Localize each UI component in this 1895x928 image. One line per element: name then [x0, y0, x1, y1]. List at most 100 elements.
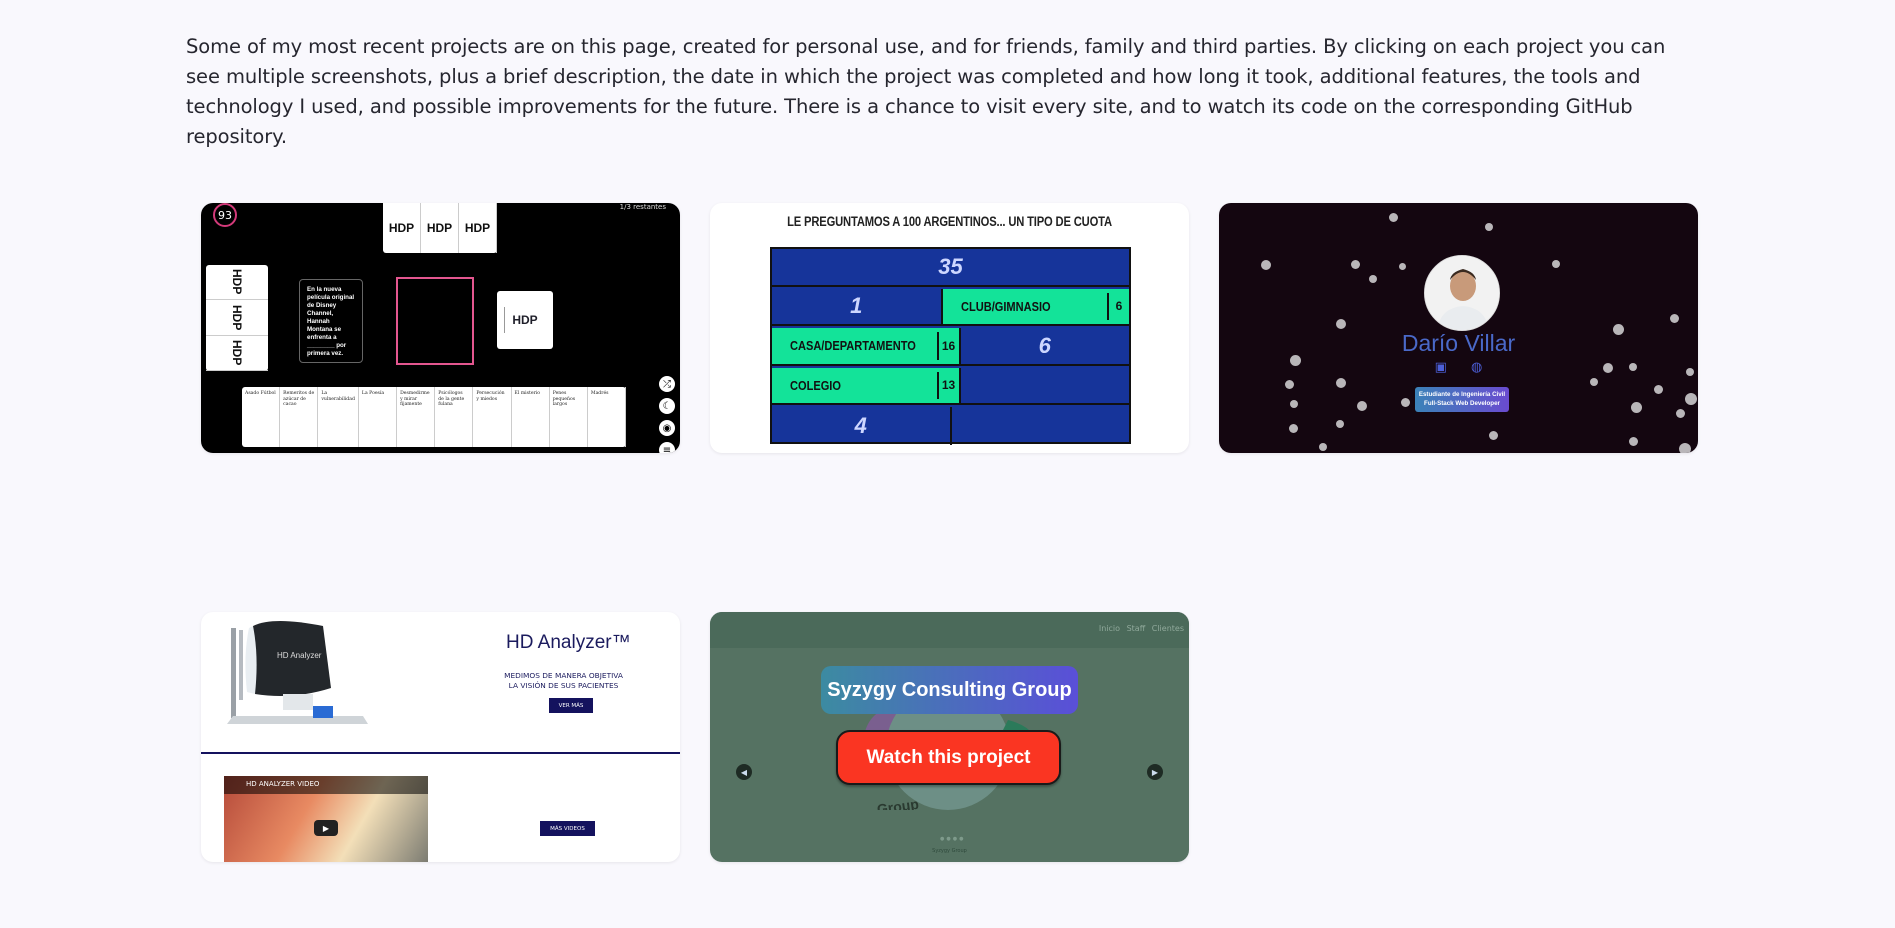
remaining-label: 1/3 restantes	[619, 203, 666, 211]
logo-text: Group	[876, 796, 920, 810]
score-counter: 93	[213, 203, 237, 227]
category-cell: Persecución y miedos	[473, 387, 512, 447]
answer-row: 1 CLUB/GIMNASIO 6	[772, 288, 1129, 326]
answer-cell: COLEGIO 13	[772, 367, 961, 403]
menu-icon: ≡	[659, 442, 675, 453]
particle-dot	[1285, 380, 1294, 389]
project-card-syzygy[interactable]: Inicio Staff Clientes Group Syzygy Consu…	[710, 612, 1189, 862]
particle-dot	[1401, 398, 1410, 407]
site-navbar: Inicio Staff Clientes	[710, 612, 1189, 648]
answer-row: 4	[772, 407, 1129, 445]
answer-slot	[396, 277, 474, 365]
particle-dot	[1670, 314, 1679, 323]
device-illustration: HD Analyzer	[227, 621, 368, 724]
project-card-portfolio[interactable]: Darío Villar ▣◍ Estudiante de Ingeniería…	[1219, 203, 1698, 453]
linkedin-icon[interactable]: ▣	[1435, 360, 1471, 375]
chevron-right-icon[interactable]: ▶	[1147, 764, 1163, 780]
particle-dot	[1389, 213, 1398, 222]
shuffle-icon: ⤮	[659, 376, 675, 392]
project-card-hd-analyzer[interactable]: HD Analyzer HD Analyzer™ MEDIMOS DE MANE…	[201, 612, 680, 862]
more-videos-button[interactable]: MÁS VIDEOS	[540, 821, 595, 836]
answer-number: 1	[850, 293, 863, 319]
answer-points: 13	[936, 371, 959, 399]
answer-points: 16	[936, 332, 959, 360]
particle-dot	[1357, 401, 1367, 411]
particle-dot	[1485, 223, 1493, 231]
social-links: ▣◍	[1219, 360, 1698, 375]
particle-dot	[1489, 431, 1498, 440]
project-card-quiz[interactable]: LE PREGUNTAMOS A 100 ARGENTINOS... UN TI…	[710, 203, 1189, 453]
category-cell: Madrés	[588, 387, 627, 447]
divider	[201, 752, 680, 754]
badge-line: Estudiante de Ingeniería Civil	[1418, 391, 1506, 398]
project-card-hdp-game[interactable]: 93 1/3 restantes HDP HDP HDP HDP HDP HDP…	[201, 203, 680, 453]
category-cell: La Poesía	[359, 387, 398, 447]
particle-dot	[1369, 275, 1377, 283]
total-row: 35	[772, 249, 1129, 287]
answer-cell	[961, 368, 1130, 404]
particle-dot	[1399, 263, 1406, 270]
category-cell: Penes pequeños largos	[550, 387, 588, 447]
more-button[interactable]: VER MÁS	[549, 698, 593, 713]
card-label: HDP	[421, 203, 459, 253]
particle-dot	[1676, 409, 1685, 418]
total-cell: 35	[772, 249, 1129, 285]
answer-number: 6	[1038, 332, 1051, 358]
card-label: HDP	[459, 203, 497, 253]
answer-cell: 4	[772, 407, 952, 445]
category-cell: Desmedirme y mirar fijamente	[397, 387, 436, 447]
particle-dot	[1351, 260, 1360, 269]
camera-icon: ◉	[659, 420, 675, 436]
video-title: HD ANALYZER VIDEO	[224, 776, 428, 794]
chevron-left-icon[interactable]: ◀	[736, 764, 752, 780]
particle-dot	[1336, 378, 1346, 388]
github-icon[interactable]: ◍	[1471, 360, 1506, 375]
particle-dot	[1289, 424, 1298, 433]
game-toolbar: ⤮ ☾ ◉ ≡	[659, 376, 675, 453]
card-label: HDP	[206, 265, 268, 301]
subtitle-line: LA VISIÓN DE SUS PACIENTES	[508, 681, 619, 690]
particle-dot	[1261, 260, 1271, 270]
quiz-board: 35 1 CLUB/GIMNASIO 6 CASA/DEPARTAMENTO 16 …	[770, 247, 1131, 445]
intro-paragraph: Some of my most recent projects are on t…	[186, 35, 1666, 148]
carousel-indicators[interactable]: ●●●●	[940, 836, 965, 842]
analyzer-subtitle: MEDIMOS DE MANERA OBJETIVA LA VISIÓN DE …	[501, 671, 626, 691]
subtitle-line: MEDIMOS DE MANERA OBJETIVA	[504, 671, 623, 680]
answer-label: CLUB/GIMNASIO	[960, 298, 1051, 314]
answer-cell: 6	[961, 328, 1130, 364]
category-table: Asado Fútbol Remeritos de azúcar de caca…	[242, 387, 627, 447]
role-badge: Estudiante de Ingeniería Civil Full-Stac…	[1415, 387, 1509, 412]
answer-label: COLEGIO	[790, 377, 841, 393]
particle-dot	[1336, 420, 1344, 428]
category-cell: Remeritos de azúcar de cacao	[280, 387, 319, 447]
particle-dot	[1319, 443, 1327, 451]
category-cell: La vulnerabilidad	[318, 387, 359, 447]
particle-dot	[1654, 385, 1663, 394]
particle-dot	[1590, 378, 1598, 386]
black-question-card: En la nueva película original de Disney …	[299, 279, 363, 363]
card-label: HDP	[206, 336, 268, 371]
answer-cell: 1	[772, 288, 943, 324]
category-cell: Psicólogos de la gente fulana	[435, 387, 474, 447]
answer-points: 6	[1107, 292, 1129, 320]
particle-dot	[1336, 319, 1346, 329]
project-title: Syzygy Consulting Group	[821, 666, 1078, 714]
card-label: HDP	[512, 313, 538, 327]
answer-row: COLEGIO 13	[772, 367, 1130, 405]
answer-number: 4	[854, 412, 867, 438]
play-icon[interactable]: ▶	[314, 820, 338, 836]
card-label: HDP	[206, 300, 268, 336]
quiz-title: LE PREGUNTAMOS A 100 ARGENTINOS... UN TI…	[787, 214, 1112, 229]
portfolio-name: Darío Villar	[1401, 330, 1516, 356]
particle-dot	[1552, 260, 1560, 268]
total-score: 35	[938, 253, 963, 279]
particle-dot	[1685, 393, 1697, 405]
video-thumbnail[interactable]: HD ANALYZER VIDEO ▶	[224, 776, 428, 862]
right-card-stack: HDP	[497, 291, 553, 349]
left-card-stack: HDP HDP HDP	[206, 265, 268, 371]
avatar	[1424, 255, 1500, 331]
category-cell: Asado Fútbol	[242, 387, 281, 447]
site-footer: Syzygy Group	[932, 848, 967, 854]
watch-project-button[interactable]: Watch this project	[836, 730, 1061, 785]
card-label: HDP	[383, 203, 421, 253]
